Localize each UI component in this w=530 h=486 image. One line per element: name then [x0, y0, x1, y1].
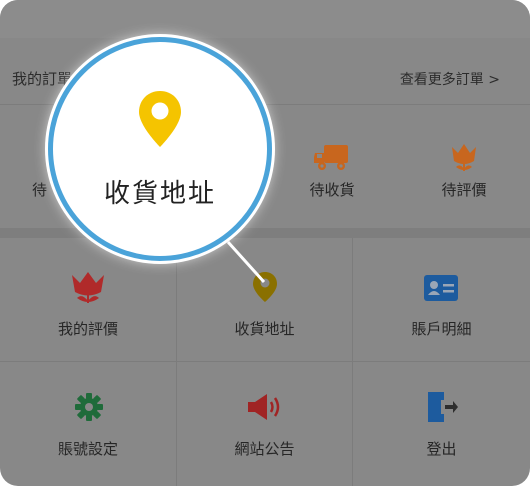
truck-icon [314, 143, 350, 173]
tulip-icon [70, 271, 106, 305]
location-pin-icon [137, 90, 183, 148]
app-screen: 我的訂單 查看更多訂單 > 待 待收貨 待評價 我的評價 收貨地址 賬戶明細 賬… [0, 0, 530, 486]
callout-pointer [222, 238, 272, 288]
magnifier-label: 收貨地址 [103, 179, 216, 209]
menu-logout-label: 登出 [426, 440, 457, 458]
menu-account-details[interactable]: 賬戶明細 [353, 238, 530, 361]
menu-account-settings[interactable]: 賬號設定 [0, 362, 176, 486]
logout-door-icon [425, 390, 459, 424]
menu-account-settings-label: 賬號設定 [57, 440, 118, 458]
menu-site-announcements[interactable]: 網站公告 [177, 362, 352, 486]
megaphone-icon [247, 392, 283, 422]
gear-icon [74, 392, 104, 422]
tulip-icon [450, 143, 478, 173]
view-more-orders-link[interactable]: 查看更多訂單 > [400, 69, 500, 89]
magnifier-callout: 收貨地址 [48, 37, 272, 261]
section-gap [0, 228, 530, 238]
order-status-to-receive[interactable]: 待收貨 [272, 105, 392, 227]
menu-site-announcements-label: 網站公告 [234, 440, 295, 458]
menu-my-reviews-label: 我的評價 [57, 320, 118, 338]
orders-title: 我的訂單 [12, 70, 73, 88]
order-status-to-review[interactable]: 待評價 [404, 105, 524, 227]
top-band [0, 0, 530, 38]
id-card-icon [423, 274, 459, 302]
menu-account-details-label: 賬戶明細 [411, 320, 472, 338]
menu-logout[interactable]: 登出 [353, 362, 530, 486]
order-status-to-review-label: 待評價 [441, 181, 487, 199]
order-status-to-receive-label: 待收貨 [309, 181, 355, 199]
menu-shipping-address-label: 收貨地址 [234, 320, 295, 338]
